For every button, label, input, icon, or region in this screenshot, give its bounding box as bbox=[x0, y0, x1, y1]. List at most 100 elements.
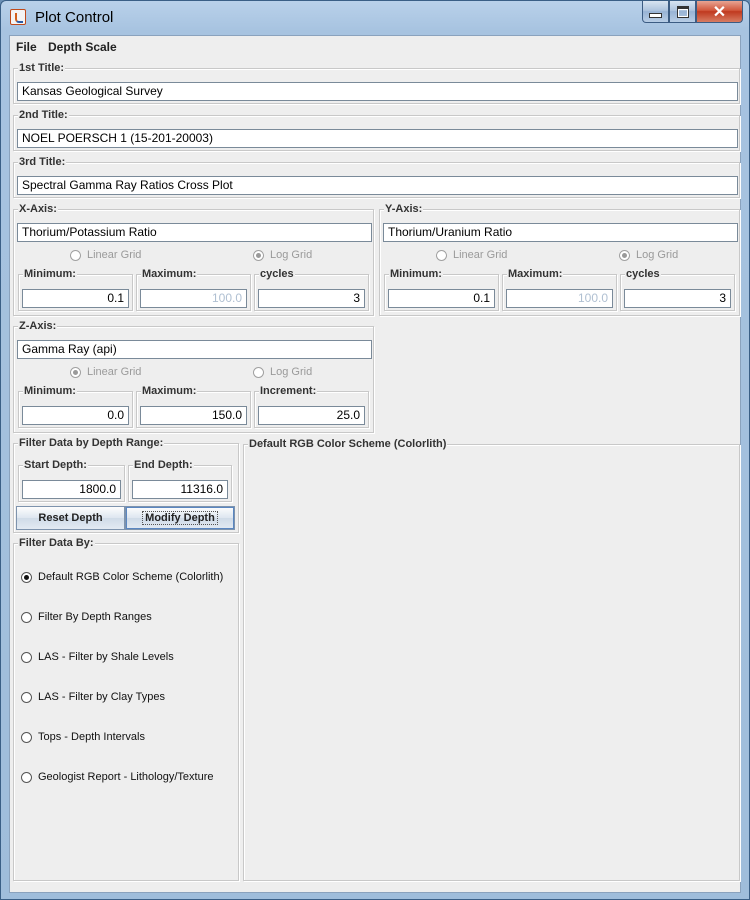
filter-option-label: LAS - Filter by Clay Types bbox=[38, 691, 165, 703]
second-title-label: 2nd Title: bbox=[18, 108, 69, 122]
x-maximum-group: Maximum: 100.0 bbox=[136, 267, 251, 311]
modify-depth-label: Modify Depth bbox=[142, 511, 218, 525]
y-log-grid-label: Log Grid bbox=[636, 249, 679, 261]
y-linear-grid-label: Linear Grid bbox=[453, 249, 508, 261]
first-title-group: 1st Title: Kansas Geological Survey bbox=[13, 61, 740, 104]
depth-range-group: Filter Data by Depth Range: Start Depth:… bbox=[13, 436, 239, 533]
radio-icon bbox=[21, 611, 32, 623]
z-log-grid-radio[interactable]: Log Grid bbox=[253, 366, 312, 378]
filter-option-geologist-report[interactable]: Geologist Report - Lithology/Texture bbox=[21, 771, 213, 783]
java-icon bbox=[10, 9, 26, 25]
end-depth-label: End Depth: bbox=[133, 458, 194, 472]
z-minimum-group: Minimum: 0.0 bbox=[18, 384, 133, 428]
filter-option-label: Filter By Depth Ranges bbox=[38, 611, 152, 623]
radio-icon bbox=[436, 249, 447, 261]
x-log-grid-radio[interactable]: Log Grid bbox=[253, 249, 312, 261]
z-increment-group: Increment: 25.0 bbox=[254, 384, 369, 428]
window-title: Plot Control bbox=[35, 9, 114, 26]
first-title-input[interactable]: Kansas Geological Survey bbox=[17, 82, 738, 101]
reset-depth-button[interactable]: Reset Depth bbox=[16, 506, 125, 530]
end-depth-input[interactable]: 11316.0 bbox=[132, 480, 228, 499]
z-maximum-label: Maximum: bbox=[141, 384, 198, 398]
end-depth-group: End Depth: 11316.0 bbox=[128, 458, 232, 502]
y-cycles-group: cycles 3 bbox=[620, 267, 735, 311]
radio-icon bbox=[21, 731, 32, 743]
filter-option-clay-types[interactable]: LAS - Filter by Clay Types bbox=[21, 691, 165, 703]
x-maximum-input: 100.0 bbox=[140, 289, 247, 308]
x-cycles-group: cycles 3 bbox=[254, 267, 369, 311]
minimize-button[interactable] bbox=[642, 1, 669, 23]
radio-selected-icon bbox=[70, 366, 81, 378]
color-scheme-label: Default RGB Color Scheme (Colorlith) bbox=[248, 437, 448, 451]
menu-bar: File Depth Scale bbox=[10, 36, 740, 60]
radio-icon bbox=[21, 771, 32, 783]
y-maximum-input: 100.0 bbox=[506, 289, 613, 308]
second-title-input[interactable]: NOEL POERSCH 1 (15-201-20003) bbox=[17, 129, 738, 148]
z-maximum-input[interactable]: 150.0 bbox=[140, 406, 247, 425]
x-axis-title-input[interactable]: Thorium/Potassium Ratio bbox=[17, 223, 372, 242]
minimize-icon bbox=[649, 13, 662, 18]
filter-option-label: LAS - Filter by Shale Levels bbox=[38, 651, 174, 663]
z-axis-label: Z-Axis: bbox=[18, 319, 58, 333]
z-minimum-label: Minimum: bbox=[23, 384, 77, 398]
y-minimum-input[interactable]: 0.1 bbox=[388, 289, 495, 308]
y-linear-grid-radio[interactable]: Linear Grid bbox=[436, 249, 507, 261]
y-axis-group: Y-Axis: Thorium/Uranium Ratio Linear Gri… bbox=[379, 202, 740, 316]
x-minimum-label: Minimum: bbox=[23, 267, 77, 281]
z-linear-grid-label: Linear Grid bbox=[87, 366, 142, 378]
close-icon: ✕ bbox=[712, 3, 727, 21]
y-axis-title-input[interactable]: Thorium/Uranium Ratio bbox=[383, 223, 738, 242]
third-title-label: 3rd Title: bbox=[18, 155, 67, 169]
x-cycles-input[interactable]: 3 bbox=[258, 289, 365, 308]
radio-selected-icon bbox=[619, 249, 630, 261]
filter-option-tops[interactable]: Tops - Depth Intervals bbox=[21, 731, 145, 743]
filter-option-depth-ranges[interactable]: Filter By Depth Ranges bbox=[21, 611, 152, 623]
maximize-button[interactable] bbox=[669, 1, 696, 23]
third-title-input[interactable]: Spectral Gamma Ray Ratios Cross Plot bbox=[17, 176, 738, 195]
color-scheme-panel: Default RGB Color Scheme (Colorlith) bbox=[243, 437, 740, 881]
y-maximum-label: Maximum: bbox=[507, 267, 564, 281]
z-axis-title-input[interactable]: Gamma Ray (api) bbox=[17, 340, 372, 359]
filter-option-label: Geologist Report - Lithology/Texture bbox=[38, 771, 214, 783]
y-maximum-group: Maximum: 100.0 bbox=[502, 267, 617, 311]
depth-range-label: Filter Data by Depth Range: bbox=[18, 436, 165, 450]
x-axis-group: X-Axis: Thorium/Potassium Ratio Linear G… bbox=[13, 202, 374, 316]
menu-file[interactable]: File bbox=[16, 40, 37, 54]
x-linear-grid-label: Linear Grid bbox=[87, 249, 142, 261]
client-area: File Depth Scale 1st Title: Kansas Geolo… bbox=[9, 35, 741, 893]
start-depth-label: Start Depth: bbox=[23, 458, 88, 472]
x-axis-label: X-Axis: bbox=[18, 202, 58, 216]
x-cycles-label: cycles bbox=[259, 267, 295, 281]
y-cycles-label: cycles bbox=[625, 267, 661, 281]
x-linear-grid-radio[interactable]: Linear Grid bbox=[70, 249, 141, 261]
plot-control-window: Plot Control ✕ File Depth Scale 1st Titl… bbox=[0, 0, 750, 900]
title-bar[interactable]: Plot Control ✕ bbox=[1, 1, 749, 35]
modify-depth-button[interactable]: Modify Depth bbox=[125, 506, 235, 530]
y-log-grid-radio[interactable]: Log Grid bbox=[619, 249, 678, 261]
z-maximum-group: Maximum: 150.0 bbox=[136, 384, 251, 428]
z-increment-input[interactable]: 25.0 bbox=[258, 406, 365, 425]
filter-option-shale-levels[interactable]: LAS - Filter by Shale Levels bbox=[21, 651, 174, 663]
y-axis-label: Y-Axis: bbox=[384, 202, 424, 216]
filter-option-label: Default RGB Color Scheme (Colorlith) bbox=[38, 571, 224, 583]
z-linear-grid-radio[interactable]: Linear Grid bbox=[70, 366, 141, 378]
x-minimum-group: Minimum: 0.1 bbox=[18, 267, 133, 311]
x-minimum-input[interactable]: 0.1 bbox=[22, 289, 129, 308]
filter-data-by-group: Filter Data By: Default RGB Color Scheme… bbox=[13, 536, 239, 881]
radio-icon bbox=[21, 691, 32, 703]
radio-selected-icon bbox=[21, 571, 32, 583]
filter-option-colorlith[interactable]: Default RGB Color Scheme (Colorlith) bbox=[21, 571, 223, 583]
y-minimum-group: Minimum: 0.1 bbox=[384, 267, 499, 311]
start-depth-group: Start Depth: 1800.0 bbox=[18, 458, 125, 502]
filter-option-label: Tops - Depth Intervals bbox=[38, 731, 145, 743]
radio-icon bbox=[70, 249, 81, 261]
radio-icon bbox=[253, 366, 264, 378]
radio-selected-icon bbox=[253, 249, 264, 261]
z-axis-group: Z-Axis: Gamma Ray (api) Linear Grid Log … bbox=[13, 319, 374, 433]
menu-depth-scale[interactable]: Depth Scale bbox=[48, 40, 117, 54]
start-depth-input[interactable]: 1800.0 bbox=[22, 480, 121, 499]
y-minimum-label: Minimum: bbox=[389, 267, 443, 281]
y-cycles-input[interactable]: 3 bbox=[624, 289, 731, 308]
close-button[interactable]: ✕ bbox=[696, 1, 743, 23]
z-minimum-input[interactable]: 0.0 bbox=[22, 406, 129, 425]
